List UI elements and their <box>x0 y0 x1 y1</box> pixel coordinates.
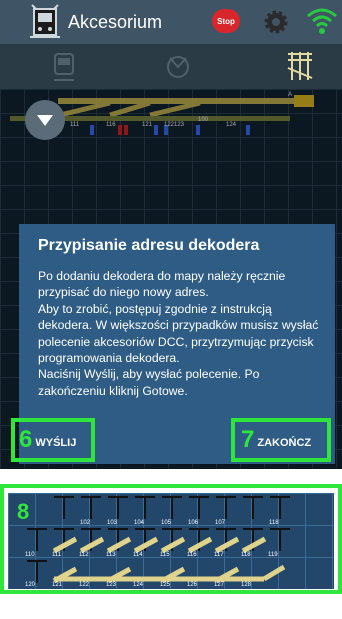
stop-button[interactable]: Stop <box>212 9 240 33</box>
palette-label: 113 <box>106 552 116 558</box>
palette-label: 124 <box>133 582 144 588</box>
palette-label: 102 <box>80 520 91 526</box>
train-icon[interactable] <box>46 50 82 82</box>
step-number: 7 <box>241 426 255 453</box>
palette-label: 116 <box>187 552 197 558</box>
toolbar <box>0 44 342 89</box>
palette-label: 120 <box>25 582 36 588</box>
app-logo-icon <box>30 4 60 38</box>
dialog-title: Przypisanie adresu dekodera <box>38 237 260 254</box>
finish-label: ZAKOŃCZ <box>257 437 312 449</box>
send-label: WYŚLIJ <box>35 437 77 449</box>
palette-label: 126 <box>187 582 198 588</box>
dialog-message: Po dodaniu dekodera do mapy należy ręczn… <box>38 269 319 398</box>
palette-label: 111 <box>52 552 62 558</box>
app-title: Akcesorium <box>68 12 163 32</box>
palette-label: 112 <box>79 552 89 558</box>
accessory-palette[interactable]: 8 102 103 104 105 106 107 118 110 111 11… <box>8 493 334 589</box>
stop-label: Stop <box>217 16 235 26</box>
send-button[interactable]: 6 WYŚLIJ <box>11 418 95 462</box>
palette-label: 115 <box>160 552 170 558</box>
finish-button[interactable]: 7 ZAKOŃCZ <box>231 418 331 462</box>
palette-label: 110 <box>25 552 35 558</box>
step-number: 6 <box>19 426 33 453</box>
palette-label: 125 <box>160 582 171 588</box>
palette-label: 121 <box>52 582 63 588</box>
palette-label: 103 <box>107 520 118 526</box>
palette-label: 128 <box>241 582 252 588</box>
palette-label: 122 <box>79 582 90 588</box>
palette-label: 106 <box>188 520 199 526</box>
palette-accessories <box>27 496 290 584</box>
palette-label: 123 <box>106 582 117 588</box>
palette-label: 119 <box>268 552 278 558</box>
triangle-down-icon <box>37 115 53 126</box>
palette-label: 118 <box>241 552 251 558</box>
track-icon[interactable] <box>282 50 318 82</box>
palette-label: 127 <box>214 582 225 588</box>
wifi-icon <box>307 8 337 34</box>
palette-label: 107 <box>215 520 226 526</box>
palette-label: 118 <box>269 520 279 526</box>
palette-label: 104 <box>134 520 145 526</box>
palette-label: 117 <box>214 552 224 558</box>
step-number: 8 <box>17 499 30 524</box>
palette-label: 114 <box>133 552 143 558</box>
palette-label: 105 <box>161 520 172 526</box>
expand-button[interactable] <box>25 100 65 140</box>
app-header: Akcesorium Stop <box>0 0 342 44</box>
accessory-palette-frame: 8 102 103 104 105 106 107 118 110 111 11… <box>0 484 342 594</box>
accessory-icon[interactable] <box>160 50 196 82</box>
gear-icon[interactable] <box>262 8 290 36</box>
